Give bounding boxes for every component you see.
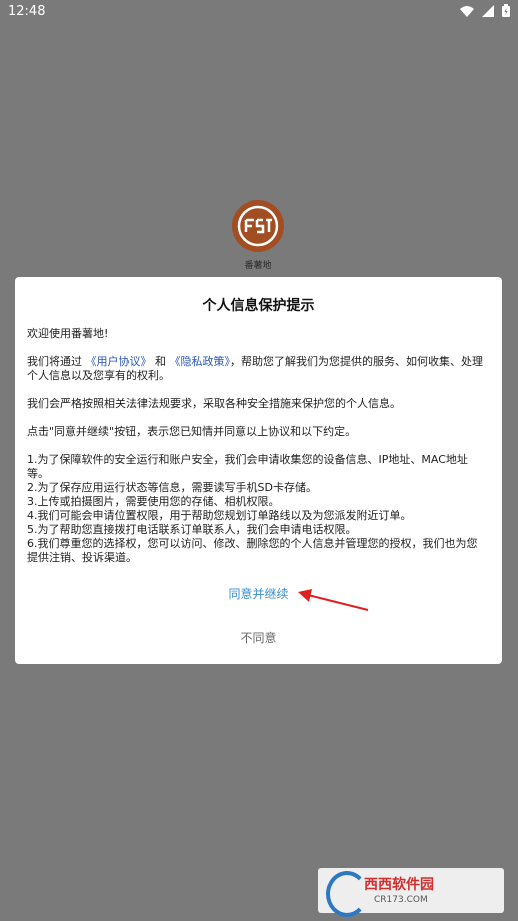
user-agreement-link[interactable]: 《用户协议》 — [86, 355, 152, 368]
commitment-text: 我们会严格按照相关法律法规要求，采取各种安全措施来保护您的个人信息。 — [27, 397, 401, 410]
dialog-body: 欢迎使用番薯地! 我们将通过 《用户协议》 和 《隐私政策》，帮助您了解我们为您… — [27, 327, 487, 565]
disagree-button[interactable]: 不同意 — [15, 629, 502, 646]
battery-icon — [502, 4, 510, 17]
watermark-url: CR173.COM — [374, 895, 428, 905]
list-item: 1.为了保障软件的安全运行和账户安全，我们会申请收集您的设备信息、IP地址、MA… — [27, 453, 468, 480]
intro-prefix: 我们将通过 — [27, 355, 82, 368]
arrow-annotation — [292, 585, 372, 619]
list-item: 5.为了帮助您直接拨打电话联系订单联系人，我们会申请电话权限。 — [27, 523, 357, 536]
app-name: 番薯地 — [244, 261, 272, 271]
wifi-icon — [460, 5, 474, 17]
intro-and: 和 — [155, 355, 166, 368]
list-item: 6.我们尊重您的选择权，您可以访问、修改、删除您的个人信息并管理您的授权，我们也… — [27, 537, 478, 564]
status-bar: 12:48 — [0, 0, 518, 24]
watermark-logo: 西西软件园 CR173.COM — [318, 868, 504, 917]
status-time: 12:48 — [8, 4, 46, 19]
agree-continue-button[interactable]: 同意并继续 — [15, 585, 502, 602]
status-icons — [460, 4, 510, 17]
terms-list: 1.为了保障软件的安全运行和账户安全，我们会申请收集您的设备信息、IP地址、MA… — [27, 453, 487, 565]
privacy-policy-link[interactable]: 《隐私政策》 — [170, 355, 231, 368]
privacy-dialog: 个人信息保护提示 欢迎使用番薯地! 我们将通过 《用户协议》 和 《隐私政策》，… — [15, 277, 502, 664]
greeting-text: 欢迎使用番薯地! — [27, 327, 109, 340]
app-logo — [232, 200, 284, 252]
intro-paragraph: 我们将通过 《用户协议》 和 《隐私政策》，帮助您了解我们为您提供的服务、如何收… — [27, 355, 487, 383]
list-item: 2.为了保存应用运行状态等信息，需要读写手机SD卡存储。 — [27, 481, 317, 494]
dialog-title: 个人信息保护提示 — [202, 298, 315, 314]
instruction-text: 点击"同意并继续"按钮，表示您已知情并同意以上协议和以下约定。 — [27, 425, 357, 438]
signal-icon — [482, 4, 494, 17]
watermark-c-glyph — [326, 871, 368, 917]
watermark-brand: 西西软件园 — [364, 877, 434, 893]
list-item: 3.上传或拍摄图片，需要使用您的存储、相机权限。 — [27, 495, 280, 508]
list-item: 4.我们可能会申请位置权限，用于帮助您规划订单路线以及为您派发附近订单。 — [27, 509, 412, 522]
